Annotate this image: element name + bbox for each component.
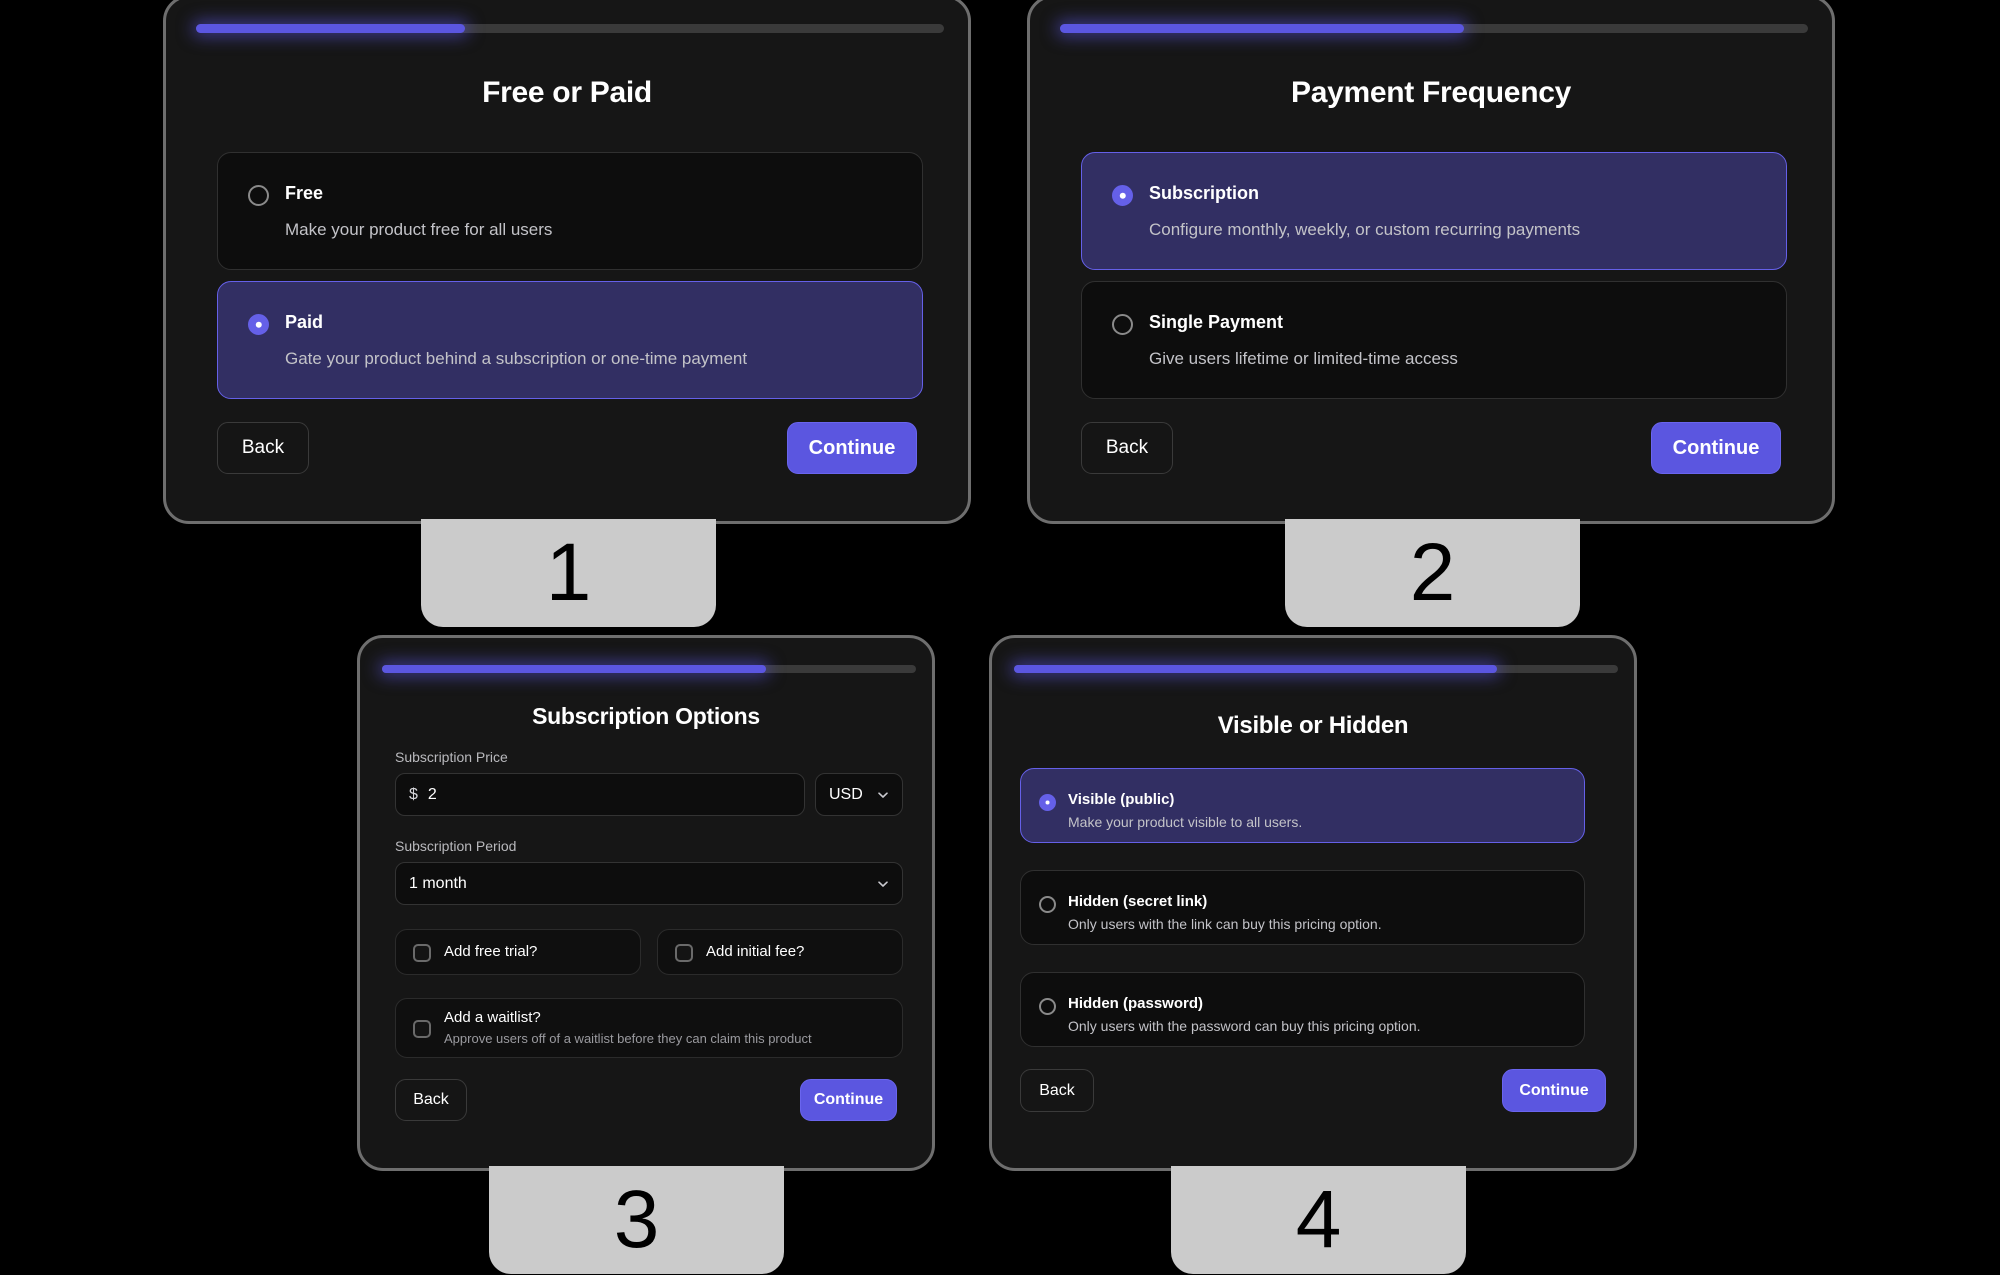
wizard-step-panel-4: Visible or Hidden Visible (public) Make …	[989, 635, 1637, 1274]
waitlist-label: Add a waitlist?	[444, 1009, 541, 1026]
back-button[interactable]: Back	[395, 1079, 467, 1121]
progress-bar-track	[1014, 665, 1618, 673]
option-visible-public-label: Visible (public)	[1068, 791, 1175, 808]
card-payment-frequency: Payment Frequency Subscription Configure…	[1027, 0, 1835, 524]
option-single-payment-description: Give users lifetime or limited-time acce…	[1149, 349, 1458, 368]
step-number-badge: 1	[421, 519, 716, 627]
radio-free-icon[interactable]	[248, 185, 269, 206]
step-number-badge: 2	[1285, 519, 1580, 627]
option-subscription-label: Subscription	[1149, 183, 1260, 203]
wizard-step-panel-2: Payment Frequency Subscription Configure…	[1027, 0, 1835, 627]
option-hidden-password[interactable]: Hidden (password) Only users with the pa…	[1020, 972, 1585, 1047]
option-paid[interactable]: Paid Gate your product behind a subscrip…	[217, 281, 923, 399]
option-hidden-password-label: Hidden (password)	[1068, 995, 1204, 1012]
waitlist-description: Approve users off of a waitlist before t…	[444, 1031, 812, 1046]
radio-paid-icon[interactable]	[248, 314, 269, 335]
continue-button[interactable]: Continue	[1651, 422, 1781, 474]
option-single-payment[interactable]: Single Payment Give users lifetime or li…	[1081, 281, 1787, 399]
progress-bar-track	[1060, 24, 1808, 33]
radio-subscription-icon[interactable]	[1112, 185, 1133, 206]
card-visible-or-hidden: Visible or Hidden Visible (public) Make …	[989, 635, 1637, 1171]
back-button[interactable]: Back	[1020, 1069, 1094, 1112]
radio-visible-public-icon[interactable]	[1039, 794, 1056, 811]
option-visible-public-description: Make your product visible to all users.	[1068, 814, 1303, 830]
back-button[interactable]: Back	[217, 422, 309, 474]
page-title: Subscription Options	[532, 703, 760, 729]
checkbox-row-free-trial[interactable]: Add free trial?	[395, 929, 641, 975]
page-title: Visible or Hidden	[1217, 712, 1409, 739]
option-hidden-secret-link[interactable]: Hidden (secret link) Only users with the…	[1020, 870, 1585, 945]
option-free-label: Free	[285, 183, 324, 203]
subscription-period-value: 1 month	[409, 874, 467, 892]
subscription-period-select[interactable]: 1 month	[395, 862, 903, 905]
back-button[interactable]: Back	[1081, 422, 1173, 474]
option-single-payment-label: Single Payment	[1149, 312, 1284, 332]
wizard-step-panel-1: Free or Paid Free Make your product free…	[163, 0, 971, 627]
initial-fee-checkbox[interactable]	[675, 944, 693, 962]
step-number-badge: 4	[1171, 1166, 1466, 1274]
subscription-price-label: Subscription Price	[395, 749, 508, 765]
progress-bar-fill	[1014, 665, 1498, 673]
subscription-price-value: 2	[427, 785, 437, 803]
continue-button[interactable]: Continue	[787, 422, 917, 474]
progress-bar-fill	[382, 665, 767, 673]
option-paid-description: Gate your product behind a subscription …	[285, 349, 748, 368]
card-free-or-paid: Free or Paid Free Make your product free…	[163, 0, 971, 524]
waitlist-checkbox[interactable]	[413, 1020, 431, 1038]
option-hidden-password-description: Only users with the password can buy thi…	[1068, 1018, 1421, 1034]
page-title: Free or Paid	[482, 76, 652, 109]
radio-hidden-secret-link-icon[interactable]	[1039, 896, 1056, 913]
progress-bar-track	[196, 24, 944, 33]
option-free[interactable]: Free Make your product free for all user…	[217, 152, 923, 270]
checkbox-row-initial-fee[interactable]: Add initial fee?	[657, 929, 903, 975]
wizard-step-panel-3: Subscription Options Subscription Price …	[357, 635, 935, 1274]
continue-button[interactable]: Continue	[1502, 1069, 1606, 1112]
currency-symbol: $	[409, 785, 418, 803]
card-subscription-options: Subscription Options Subscription Price …	[357, 635, 935, 1171]
option-paid-label: Paid	[285, 312, 324, 332]
currency-select-value: USD	[829, 785, 863, 803]
subscription-period-label: Subscription Period	[395, 838, 517, 854]
free-trial-checkbox[interactable]	[413, 944, 431, 962]
step-number-badge: 3	[489, 1166, 784, 1274]
radio-hidden-password-icon[interactable]	[1039, 998, 1056, 1015]
page-title: Payment Frequency	[1290, 76, 1571, 109]
option-subscription-description: Configure monthly, weekly, or custom rec…	[1149, 220, 1581, 239]
option-visible-public[interactable]: Visible (public) Make your product visib…	[1020, 768, 1585, 843]
currency-select[interactable]: USD	[815, 773, 903, 816]
progress-bar-fill	[1060, 24, 1464, 33]
option-subscription[interactable]: Subscription Configure monthly, weekly, …	[1081, 152, 1787, 270]
progress-bar-track	[382, 665, 916, 673]
continue-button[interactable]: Continue	[800, 1079, 897, 1121]
chevron-down-icon	[876, 788, 890, 802]
initial-fee-label: Add initial fee?	[706, 943, 805, 960]
chevron-down-icon	[876, 877, 890, 891]
free-trial-label: Add free trial?	[444, 943, 538, 960]
progress-bar-fill	[196, 24, 466, 33]
option-hidden-secret-link-description: Only users with the link can buy this pr…	[1068, 916, 1382, 932]
subscription-price-input[interactable]: $ 2	[395, 773, 805, 816]
option-hidden-secret-link-label: Hidden (secret link)	[1068, 893, 1208, 910]
checkbox-row-waitlist[interactable]: Add a waitlist? Approve users off of a w…	[395, 998, 903, 1058]
option-free-description: Make your product free for all users	[285, 220, 553, 239]
radio-single-payment-icon[interactable]	[1112, 314, 1133, 335]
